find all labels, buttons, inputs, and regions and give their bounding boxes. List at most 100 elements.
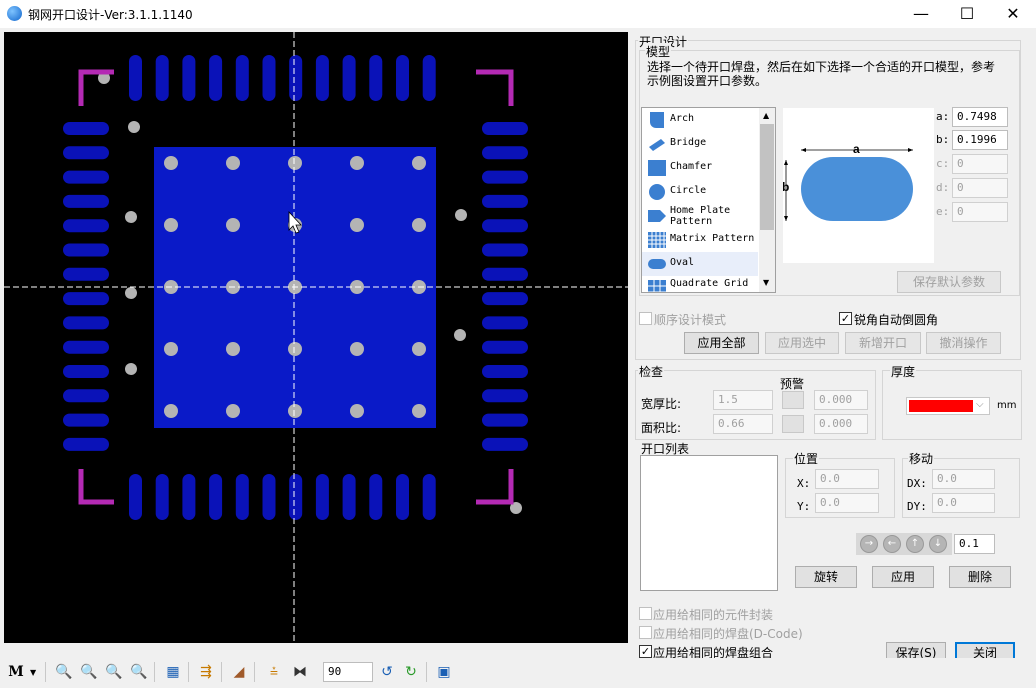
top-pad[interactable] [155,55,169,101]
left-pad[interactable] [63,413,109,427]
list-item-oval[interactable]: Oval [642,252,758,276]
layer-icon[interactable]: ⇶ [196,662,216,682]
right-pad[interactable] [482,219,528,233]
right-pad[interactable] [482,243,528,257]
move-right-icon[interactable]: → [860,535,878,553]
right-pad[interactable] [482,194,528,208]
move-left-icon[interactable]: ← [883,535,901,553]
top-pad[interactable] [342,55,356,101]
view-window-icon[interactable]: ▦ [163,662,183,682]
list-item-chamfer[interactable]: Chamfer [642,156,758,180]
pos-x-input[interactable]: 0.0 [815,469,879,489]
move-down-icon[interactable]: ↓ [929,535,947,553]
param-d-input[interactable]: 0 [952,178,1008,198]
left-pad[interactable] [63,194,109,208]
top-pad[interactable] [182,55,196,101]
panel-icon[interactable]: ▣ [434,662,454,682]
top-pad[interactable] [369,55,383,101]
right-pad[interactable] [482,340,528,354]
measure-icon[interactable]: ◢ [229,662,249,682]
left-pad[interactable] [63,170,109,184]
list-item-quadrate-grid[interactable]: Quadrate Grid [642,276,758,292]
right-pad[interactable] [482,292,528,306]
bottom-pad[interactable] [209,474,223,520]
top-pad[interactable] [262,55,276,101]
top-pad[interactable] [396,55,409,101]
dx-input[interactable]: 0.0 [932,469,995,489]
delete-button[interactable]: 删除 [949,566,1011,588]
pcb-canvas[interactable] [4,32,628,643]
model-list[interactable]: Arch Bridge Chamfer Circle Home Plate Pa… [641,107,776,293]
scrollbar-thumb[interactable] [760,124,774,230]
list-item-circle[interactable]: Circle [642,180,758,204]
minimize-button[interactable]: — [898,0,944,28]
bottom-pad[interactable] [182,474,196,520]
right-pad[interactable] [482,437,528,451]
left-pad[interactable] [63,365,109,378]
chevron-down-icon[interactable]: ⌵ [976,399,984,410]
zoom-fit-icon[interactable]: 🔍 [129,662,149,682]
left-pad[interactable] [63,340,109,354]
apply-same-pad-checkbox[interactable] [639,626,652,639]
sequential-mode-checkbox[interactable] [639,312,652,325]
zoom-out-icon[interactable]: 🔍 [104,662,124,682]
apply-button[interactable]: 应用 [872,566,934,588]
left-pad[interactable] [63,243,109,257]
right-pad[interactable] [482,146,528,160]
apply-same-pad-group-checkbox[interactable]: ✓ [639,645,652,658]
list-item-bridge[interactable]: Bridge [642,132,758,156]
right-pad[interactable] [482,365,528,378]
pos-y-input[interactable]: 0.0 [815,493,879,513]
model-list-scrollbar[interactable]: ▲ ▼ [759,108,775,292]
left-pad[interactable] [63,389,109,403]
top-pad[interactable] [289,55,303,101]
right-pad[interactable] [482,267,528,281]
align-icon[interactable]: ⩮ [264,662,284,682]
auto-round-checkbox[interactable]: ✓ [839,312,852,325]
bottom-pad[interactable] [396,474,409,520]
apply-selected-button[interactable]: 应用选中 [765,332,839,354]
mirror-icon[interactable]: ⧓ [290,662,310,682]
left-pad[interactable] [63,437,109,451]
right-pad[interactable] [482,389,528,403]
move-up-icon[interactable]: ↑ [906,535,924,553]
left-pad[interactable] [63,146,109,160]
bottom-pad[interactable] [369,474,383,520]
apply-all-button[interactable]: 应用全部 [684,332,759,354]
bottom-pad[interactable] [422,474,436,520]
close-window-button[interactable]: ✕ [990,0,1036,28]
param-e-input[interactable]: 0 [952,202,1008,222]
zoom-in-icon[interactable]: 🔍 [79,662,99,682]
bottom-pad[interactable] [342,474,356,520]
right-pad[interactable] [482,413,528,427]
list-item-arch[interactable]: Arch [642,108,758,132]
rotate-cw-icon[interactable]: ↻ [401,662,421,682]
list-item-matrix[interactable]: Matrix Pattern [642,228,758,252]
rotate-ccw-icon[interactable]: ↺ [377,662,397,682]
top-pad[interactable] [129,55,142,101]
left-pad[interactable] [63,219,109,233]
right-pad[interactable] [482,170,528,184]
bottom-pad[interactable] [262,474,276,520]
apply-same-package-checkbox[interactable] [639,607,652,620]
left-pad[interactable] [63,292,109,306]
bottom-pad[interactable] [235,474,249,520]
opening-list[interactable] [640,455,778,591]
add-opening-button[interactable]: 新增开口 [845,332,921,354]
scroll-up-icon[interactable]: ▲ [763,111,769,120]
pcb-drawing[interactable] [4,32,628,643]
rotate-button[interactable]: 旋转 [795,566,857,588]
rotation-angle-input[interactable]: 90 [323,662,373,682]
top-pad[interactable] [422,55,436,101]
param-c-input[interactable]: 0 [952,154,1008,174]
dy-input[interactable]: 0.0 [932,493,995,513]
bottom-pad[interactable] [155,474,169,520]
top-pad[interactable] [315,55,329,101]
right-pad[interactable] [482,316,528,330]
bottom-pad[interactable] [129,474,142,520]
left-pad[interactable] [63,267,109,281]
undo-button[interactable]: 撤消操作 [926,332,1001,354]
move-step-input[interactable]: 0.1 [954,534,995,554]
param-b-input[interactable]: 0.1996 [952,130,1008,150]
maximize-button[interactable]: ☐ [944,0,990,28]
